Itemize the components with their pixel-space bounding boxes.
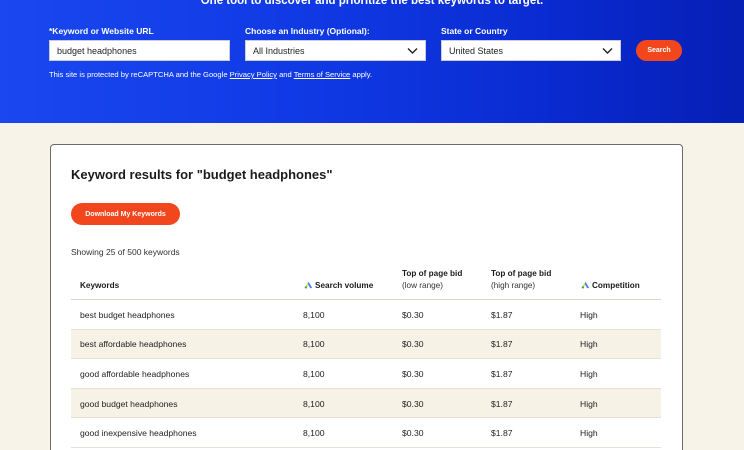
tagline: One tool to discover and prioritize the …: [200, 0, 544, 7]
col-bid-low: Top of page bid (low range): [402, 268, 462, 292]
col-bid-high-title: Top of page bid: [491, 269, 552, 278]
col-bid-low-sub: (low range): [402, 281, 443, 290]
keyword-cell: good budget headphones: [80, 398, 178, 409]
volume-cell: 8,100: [303, 428, 325, 439]
notice-and: and: [279, 70, 292, 79]
table-row: best affordable headphones 8,100 $0.30 $…: [71, 329, 661, 360]
download-keywords-button[interactable]: Download My Keywords: [71, 203, 180, 225]
competition-cell: High: [580, 309, 598, 320]
volume-cell: 8,100: [303, 368, 325, 379]
bid-low-cell: $0.30: [402, 339, 424, 350]
competition-cell: High: [580, 368, 598, 379]
country-select-value: United States: [449, 45, 504, 56]
bid-low-cell: $0.30: [402, 309, 424, 320]
col-bid-high-sub: (high range): [491, 281, 536, 290]
keyword-table: Keywords Search volume Top of page bid (…: [71, 262, 661, 448]
keyword-input[interactable]: [49, 40, 230, 61]
industry-label: Choose an Industry (Optional):: [245, 26, 370, 36]
results-card: Keyword results for "budget headphones" …: [50, 144, 683, 450]
col-competition-label: Competition: [592, 281, 640, 290]
volume-cell: 8,100: [303, 398, 325, 409]
col-search-volume-label: Search volume: [315, 281, 374, 290]
table-header: Keywords Search volume Top of page bid (…: [71, 262, 661, 300]
competition-cell: High: [580, 428, 598, 439]
col-bid-high: Top of page bid (high range): [491, 268, 551, 292]
keyword-cell: good inexpensive headphones: [80, 428, 197, 439]
bid-low-cell: $0.30: [402, 368, 424, 379]
table-row: good inexpensive headphones 8,100 $0.30 …: [71, 418, 661, 448]
bid-high-cell: $1.87: [491, 428, 513, 439]
industry-select[interactable]: All Industries: [245, 40, 426, 61]
table-row: best budget headphones 8,100 $0.30 $1.87…: [71, 300, 661, 330]
col-search-volume[interactable]: Search volume: [304, 280, 373, 292]
bid-high-cell: $1.87: [491, 398, 513, 409]
bid-low-cell: $0.30: [402, 398, 424, 409]
volume-cell: 8,100: [303, 339, 325, 350]
search-button[interactable]: Search: [636, 40, 682, 61]
competition-cell: High: [580, 398, 598, 409]
bid-high-cell: $1.87: [491, 339, 513, 350]
table-row: good budget headphones 8,100 $0.30 $1.87…: [71, 388, 661, 419]
country-select[interactable]: United States: [441, 40, 621, 61]
google-ads-icon: [304, 281, 313, 289]
competition-cell: High: [580, 339, 598, 350]
bid-high-cell: $1.87: [491, 368, 513, 379]
notice-suffix: apply.: [352, 70, 373, 79]
terms-of-service-link[interactable]: Terms of Service: [294, 70, 351, 79]
col-keywords: Keywords: [80, 280, 119, 292]
table-row: good affordable headphones 8,100 $0.30 $…: [71, 359, 661, 389]
volume-cell: 8,100: [303, 309, 325, 320]
keyword-cell: best budget headphones: [80, 309, 175, 320]
notice-prefix: This site is protected by reCAPTCHA and …: [49, 70, 228, 79]
results-count: Showing 25 of 500 keywords: [71, 247, 180, 257]
recaptcha-notice: This site is protected by reCAPTCHA and …: [49, 70, 372, 79]
results-title: Keyword results for "budget headphones": [71, 167, 333, 182]
keyword-cell: good affordable headphones: [80, 368, 190, 379]
chevron-down-icon: [407, 47, 418, 54]
country-label: State or Country: [441, 26, 508, 36]
keyword-cell: best affordable headphones: [80, 339, 187, 350]
industry-select-value: All Industries: [253, 45, 305, 56]
col-keywords-label: Keywords: [80, 281, 120, 290]
bid-low-cell: $0.30: [402, 428, 424, 439]
google-ads-icon: [581, 281, 590, 289]
keyword-label: *Keyword or Website URL: [49, 26, 154, 36]
col-bid-low-title: Top of page bid: [402, 269, 463, 278]
bid-high-cell: $1.87: [491, 309, 513, 320]
privacy-policy-link[interactable]: Privacy Policy: [230, 70, 277, 79]
chevron-down-icon: [602, 47, 613, 54]
col-competition[interactable]: Competition: [581, 280, 640, 292]
hero-banner: One tool to discover and prioritize the …: [0, 0, 744, 123]
